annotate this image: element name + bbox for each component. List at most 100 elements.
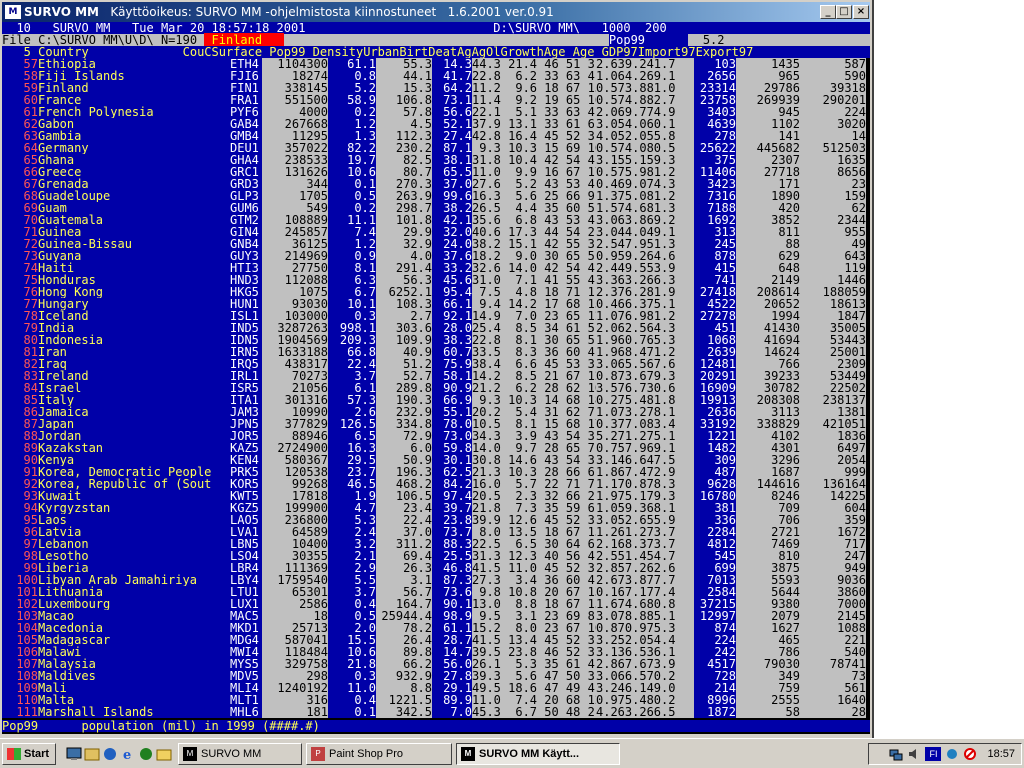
cell-name[interactable]: Korea, Democratic People [38,466,230,478]
cell-den[interactable]: 932.9 [376,670,432,682]
cell-misc[interactable]: 9.4 14.2 17 68 15 [472,298,596,310]
cell-code[interactable]: MYS5 [230,658,262,670]
language-indicator[interactable]: FI [925,747,942,761]
cell-n[interactable]: 82 [2,358,38,370]
cell-code[interactable]: HTI3 [230,262,262,274]
cell-n[interactable]: 63 [2,130,38,142]
cell-name[interactable]: Kyrgyzstan [38,502,230,514]
cell-misc[interactable]: 35.6 6.8 43 53 4 [472,214,596,226]
cell-gdp[interactable]: 545 [694,550,736,562]
cell-urb[interactable]: 59.8 [432,442,472,454]
cell-n[interactable]: 76 [2,286,38,298]
cell-exp[interactable]: 22502 [800,382,866,394]
title-bar[interactable]: M SURVO MM Käyttöoikeus: SURVO MM -ohjel… [2,2,870,22]
cell-name[interactable]: Haiti [38,262,230,274]
cell-den[interactable]: 311.2 [376,538,432,550]
cell-n[interactable]: 108 [2,670,38,682]
table-row[interactable]: 111 Marshall Islands MHL6 181 0.1 342.5 7.0 45.… [2,706,870,718]
cell-code[interactable]: GRD3 [230,178,262,190]
cell-sur[interactable]: 3287263 [262,322,328,334]
cell-code[interactable]: LVA1 [230,526,262,538]
cell-pop[interactable]: 11.1 [328,214,376,226]
cell-grw[interactable]: 0.466.375.1 [596,298,694,310]
cell-grw[interactable]: 2.449.553.9 [596,262,694,274]
no-entry-icon[interactable] [963,747,977,761]
cell-sur[interactable]: 199900 [262,502,328,514]
cell-pop[interactable]: 46.5 [328,478,376,490]
cell-n[interactable]: 101 [2,586,38,598]
cell-name[interactable]: Latvia [38,526,230,538]
cell-name[interactable]: Iceland [38,310,230,322]
cell-imp[interactable]: 7469 [736,538,800,550]
cell-n[interactable]: 57 [2,58,38,70]
cell-name[interactable]: Ghana [38,154,230,166]
cell-urb[interactable]: 75.9 [432,358,472,370]
cell-code[interactable]: MLI4 [230,682,262,694]
cell-imp[interactable]: 88 [736,238,800,250]
cell-den[interactable]: 106.8 [376,94,432,106]
cell-imp[interactable]: 3875 [736,562,800,574]
cell-sur[interactable]: 549 [262,202,328,214]
cell-code[interactable]: KWT5 [230,490,262,502]
minimize-button[interactable]: _ [820,5,836,19]
table-row[interactable]: 74 Haiti HTI3 27750 8.1 291.4 33.2 32.6 14.0 42… [2,262,870,274]
cell-pop[interactable]: 0.4 [328,598,376,610]
cell-grw[interactable]: 0.275.481.8 [596,394,694,406]
table-row[interactable]: 60 France FRA1 551500 58.9 106.8 73.1 11.4 9.2 … [2,94,870,106]
cell-grw[interactable]: 2.062.564.3 [596,322,694,334]
cell-name[interactable]: Italy [38,394,230,406]
cell-gdp[interactable]: 2284 [694,526,736,538]
cell-name[interactable]: Mali [38,682,230,694]
cell-misc[interactable]: 26.5 4.4 35 60 5 [472,202,596,214]
cell-misc[interactable]: 32.6 14.0 42 54 4 [472,262,596,274]
cell-imp[interactable]: 709 [736,502,800,514]
cell-name[interactable]: Jordan [38,430,230,442]
table-row[interactable]: 63 Gambia GMB4 11295 1.3 112.3 27.4 42.8 16.4 4… [2,130,870,142]
cell-name[interactable]: Finland [38,82,230,94]
table-row[interactable]: 94 Kyrgyzstan KGZ5 199900 4.7 23.4 39.7 21.8 7.… [2,502,870,514]
cell-gdp[interactable]: 4522 [694,298,736,310]
cell-code[interactable]: ISL1 [230,310,262,322]
cell-gdp[interactable]: 23314 [694,82,736,94]
task-survo-mm[interactable]: M SURVO MM [178,743,302,765]
cell-grw[interactable]: 3.052.655.9 [596,514,694,526]
cell-urb[interactable]: 56.6 [432,106,472,118]
cell-code[interactable]: MAC5 [230,610,262,622]
cell-sur[interactable]: 1075 [262,286,328,298]
cell-den[interactable]: 66.2 [376,658,432,670]
cell-exp[interactable]: 3860 [800,586,866,598]
cell-grw[interactable]: 1.059.368.1 [596,502,694,514]
cell-sur[interactable]: 108889 [262,214,328,226]
cell-n[interactable]: 104 [2,622,38,634]
cell-pop[interactable]: 2.1 [328,550,376,562]
media-player-icon[interactable] [138,746,154,762]
cell-code[interactable]: FJI6 [230,70,262,82]
cell-name[interactable]: India [38,322,230,334]
cell-code[interactable]: ISR5 [230,382,262,394]
cell-den[interactable]: 82.5 [376,154,432,166]
cell-misc[interactable]: 15.2 8.0 23 67 10 [472,622,596,634]
cell-code[interactable]: LTU1 [230,586,262,598]
cell-den[interactable]: 4.0 [376,250,432,262]
cell-grw[interactable]: 1.073.278.1 [596,406,694,418]
cell-n[interactable]: 96 [2,526,38,538]
cell-grw[interactable]: 0.469.074.3 [596,178,694,190]
cell-grw[interactable]: 4.052.055.8 [596,130,694,142]
cell-grw[interactable]: 1.574.681.3 [596,202,694,214]
table-row[interactable]: 69 Guam GUM6 549 0.2 298.7 38.2 26.5 4.4 35 60 … [2,202,870,214]
cell-code[interactable]: LAO5 [230,514,262,526]
table-row[interactable]: 79 India IND5 3287263 998.1 303.6 28.0 25.4 8.5… [2,322,870,334]
cell-grw[interactable]: 2.639.241.7 [596,58,694,70]
cell-den[interactable]: 32.9 [376,238,432,250]
cell-exp[interactable]: 2344 [800,214,866,226]
cell-exp[interactable]: 587 [800,58,866,70]
table-row[interactable]: 93 Kuwait KWT5 17818 1.9 106.5 97.4 20.5 2.3 32… [2,490,870,502]
cell-sur[interactable]: 27750 [262,262,328,274]
cell-code[interactable]: GMB4 [230,130,262,142]
cell-den[interactable]: 334.8 [376,418,432,430]
cell-exp[interactable]: 1640 [800,694,866,706]
cell-grw[interactable]: 1.261.273.7 [596,526,694,538]
cell-grw[interactable]: 3.155.159.3 [596,154,694,166]
cell-code[interactable]: GIN4 [230,226,262,238]
cell-code[interactable]: IRQ5 [230,358,262,370]
